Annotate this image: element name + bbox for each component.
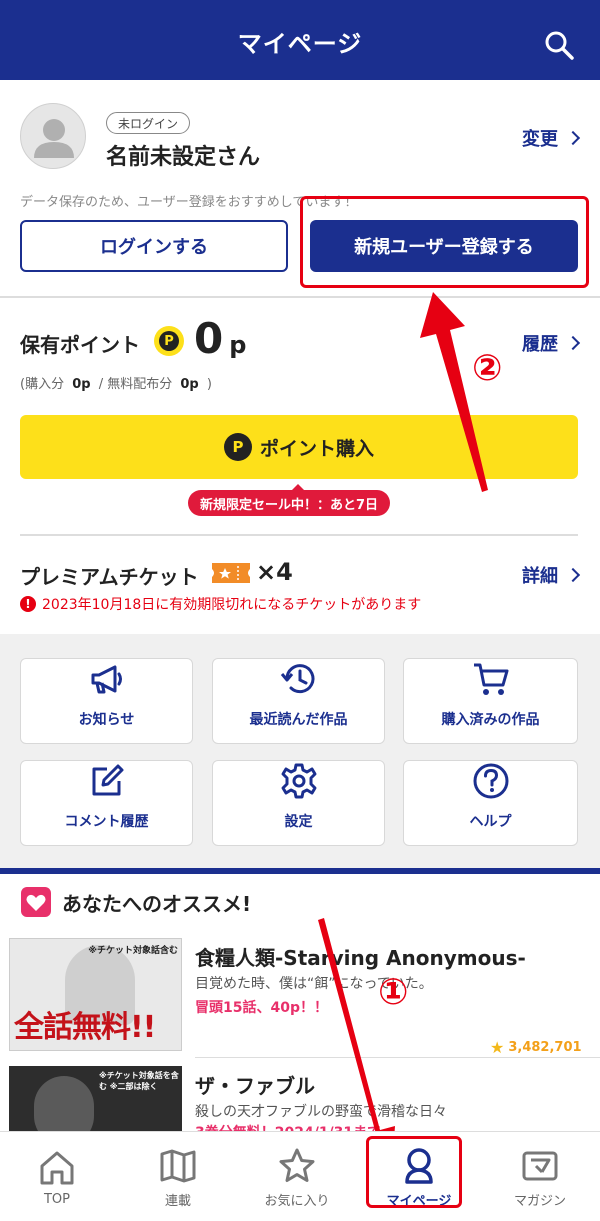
nav-top-label: TOP (43, 1191, 70, 1207)
annotation-arrows (318, 292, 488, 1168)
highlight-frame-mypage (366, 1136, 462, 1208)
magazine-icon (522, 1151, 558, 1180)
nav-favorites[interactable]: お気に入り (240, 1132, 354, 1221)
nav-favorites-label: お気に入り (264, 1193, 330, 1209)
nav-top[interactable]: TOP (0, 1132, 114, 1221)
bottom-nav: TOP 連載 お気に入り マイページ マガジン (0, 1131, 600, 1221)
home-icon (40, 1151, 74, 1184)
star-icon (279, 1148, 315, 1182)
book-icon (160, 1149, 196, 1182)
step-2-label: ② (472, 348, 503, 389)
nav-serial-label: 連載 (164, 1193, 191, 1209)
nav-serial[interactable]: 連載 (121, 1132, 235, 1221)
nav-magazine[interactable]: マガジン (483, 1132, 597, 1221)
step-1-label: ① (378, 972, 409, 1013)
nav-magazine-label: マガジン (513, 1193, 566, 1209)
